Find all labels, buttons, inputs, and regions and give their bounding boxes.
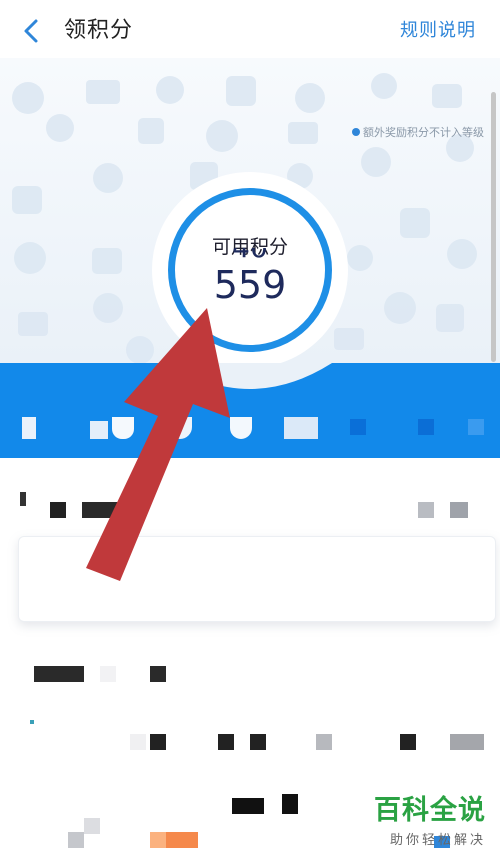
task-band bbox=[0, 363, 500, 458]
pixelated-icon bbox=[418, 419, 434, 435]
watermark-slogan: 助你轻松解决 bbox=[389, 833, 486, 848]
redacted-text bbox=[34, 666, 84, 682]
redacted-text bbox=[250, 734, 266, 750]
pixelated-icon bbox=[468, 419, 484, 435]
redacted-text bbox=[130, 734, 146, 750]
rules-link[interactable]: 规则说明 bbox=[400, 16, 476, 42]
redacted-text bbox=[82, 502, 138, 518]
redacted-text bbox=[166, 832, 198, 848]
redacted-text bbox=[316, 734, 332, 750]
note-text: 额外奖励积分不计入等级 bbox=[363, 126, 484, 139]
top-bar: 领积分 规则说明 bbox=[0, 0, 500, 58]
points-value: 559 bbox=[213, 263, 287, 307]
redacted-text bbox=[450, 502, 468, 518]
points-previous-value: 40 bbox=[168, 248, 332, 264]
redacted-text bbox=[68, 832, 84, 848]
redacted-text bbox=[232, 798, 264, 814]
redacted-text bbox=[150, 832, 166, 848]
redacted-text bbox=[100, 666, 116, 682]
pixelated-icon bbox=[112, 417, 134, 439]
info-dot-icon bbox=[352, 128, 360, 136]
pixelated-icon bbox=[168, 417, 192, 439]
redacted-text bbox=[50, 502, 66, 518]
scrollbar[interactable] bbox=[491, 92, 496, 362]
redacted-text bbox=[450, 734, 484, 750]
redacted-text bbox=[418, 502, 434, 518]
redacted-text bbox=[30, 720, 34, 724]
chevron-left-icon bbox=[24, 19, 38, 43]
redacted-text bbox=[400, 734, 416, 750]
page-title: 领积分 bbox=[64, 18, 134, 43]
pixelated-icon bbox=[230, 417, 252, 439]
task-card[interactable] bbox=[18, 536, 496, 622]
pixelated-icon bbox=[284, 417, 318, 439]
redacted-text bbox=[20, 492, 26, 506]
pixelated-icon bbox=[22, 417, 36, 439]
redacted-text bbox=[218, 734, 234, 750]
watermark: 百科全说 助你轻松解决 bbox=[374, 788, 486, 848]
band-top-curve bbox=[0, 363, 500, 389]
redacted-text bbox=[150, 734, 166, 750]
watermark-logo: 百科全说 bbox=[374, 795, 486, 826]
redacted-text bbox=[282, 794, 298, 814]
redacted-text bbox=[150, 666, 166, 682]
extra-points-note: 额外奖励积分不计入等级 bbox=[352, 124, 484, 140]
pixelated-icon bbox=[90, 421, 108, 439]
pixelated-icon bbox=[350, 419, 366, 435]
back-button[interactable] bbox=[14, 14, 48, 48]
points-ghost-digits: 40 bbox=[168, 248, 332, 262]
redacted-text bbox=[84, 818, 100, 834]
